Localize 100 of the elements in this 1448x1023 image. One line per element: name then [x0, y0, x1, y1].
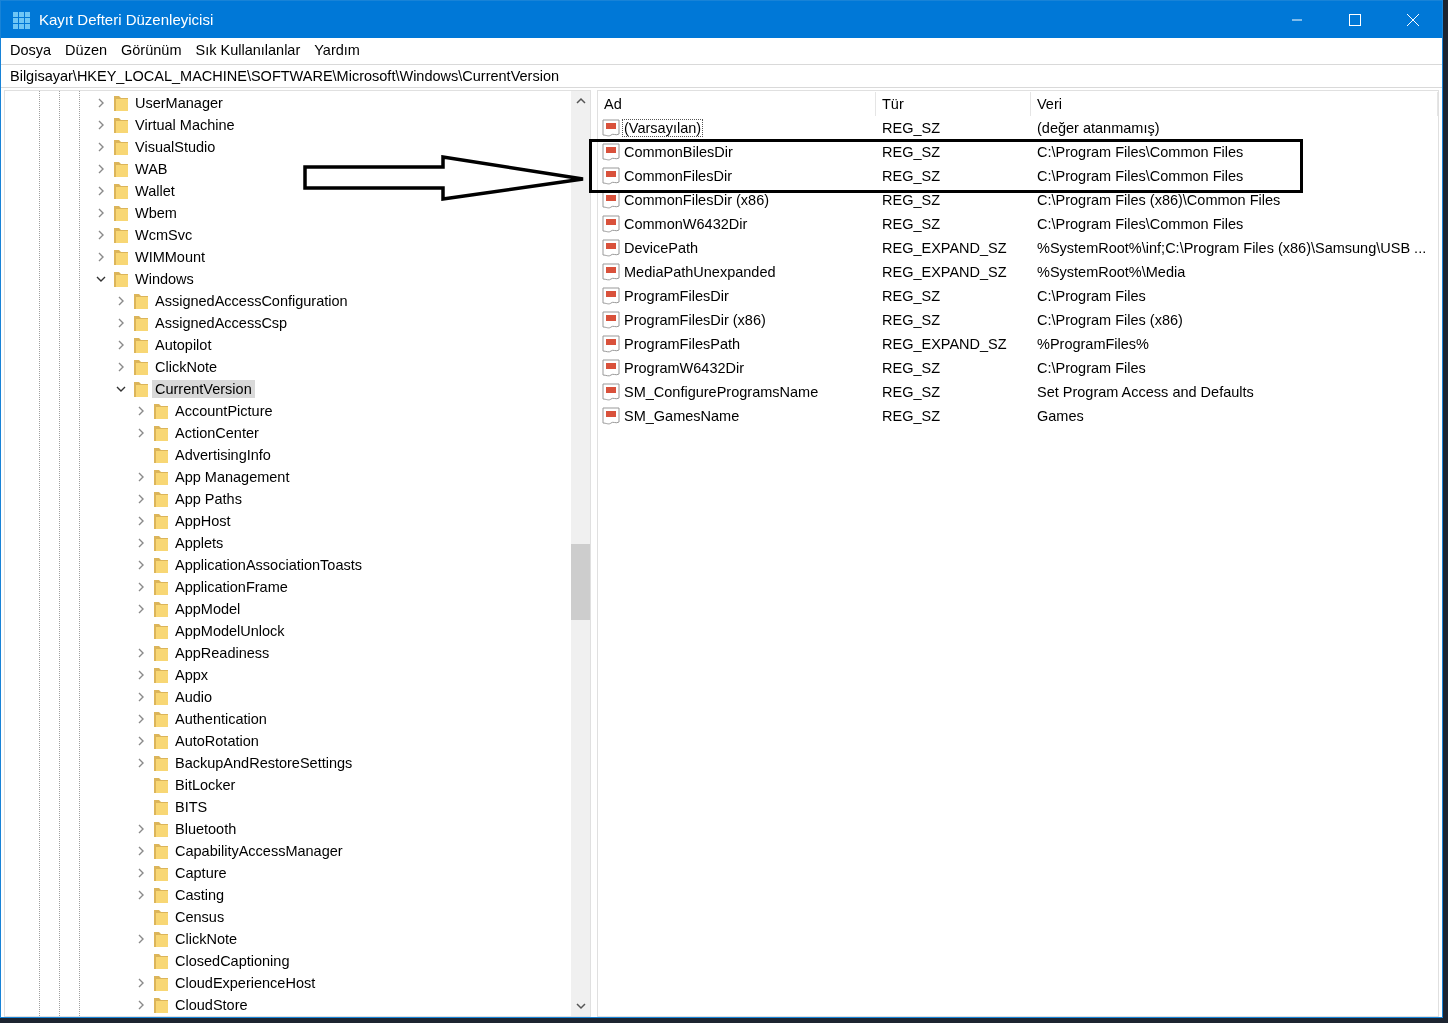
- folder-icon: [153, 974, 169, 992]
- value-name[interactable]: CommonBilesDir: [622, 143, 735, 161]
- tree-item[interactable]: WAB: [132, 160, 171, 178]
- value-name[interactable]: SM_GamesName: [622, 407, 742, 425]
- value-name[interactable]: CommonFilesDir (x86): [622, 191, 772, 209]
- tree-item[interactable]: App Management: [172, 468, 293, 486]
- folder-icon: [153, 908, 169, 926]
- tree-item[interactable]: VisualStudio: [132, 138, 219, 156]
- value-name[interactable]: CommonFilesDir: [622, 167, 734, 185]
- tree-item[interactable]: UserManager: [132, 94, 226, 112]
- tree-item[interactable]: AutoRotation: [172, 732, 262, 750]
- folder-icon: [133, 292, 149, 310]
- scrollbar-thumb[interactable]: [571, 544, 590, 620]
- value-type: REG_SZ: [881, 288, 941, 304]
- tree-item[interactable]: BackupAndRestoreSettings: [172, 754, 356, 772]
- value-type: REG_SZ: [881, 120, 941, 136]
- folder-icon: [113, 270, 129, 288]
- tree-item[interactable]: ApplicationFrame: [172, 578, 291, 596]
- value-data: %ProgramFiles%: [1036, 336, 1150, 352]
- tree-item[interactable]: Capture: [172, 864, 230, 882]
- tree-item[interactable]: BITS: [172, 798, 211, 816]
- tree-item[interactable]: Windows: [132, 270, 197, 288]
- tree-item[interactable]: AppModelUnlock: [172, 622, 288, 640]
- tree-item[interactable]: BitLocker: [172, 776, 239, 794]
- tree-item[interactable]: Bluetooth: [172, 820, 240, 838]
- value-type: REG_SZ: [881, 192, 941, 208]
- folder-icon: [153, 424, 169, 442]
- tree-item[interactable]: Wbem: [132, 204, 180, 222]
- close-icon: [1407, 13, 1419, 26]
- tree-item[interactable]: CloudStore: [172, 996, 251, 1014]
- value-name[interactable]: SM_ConfigureProgramsName: [622, 383, 821, 401]
- scrollbar[interactable]: [571, 91, 590, 1016]
- menu-item[interactable]: Düzen: [58, 42, 115, 58]
- tree-item[interactable]: AdvertisingInfo: [172, 446, 274, 464]
- folder-icon: [153, 996, 169, 1014]
- folder-icon: [113, 160, 129, 178]
- tree-item[interactable]: Virtual Machine: [132, 116, 238, 134]
- tree-item[interactable]: AssignedAccessConfiguration: [152, 292, 351, 310]
- folder-icon: [133, 380, 149, 398]
- tree-item[interactable]: AppModel: [172, 600, 244, 618]
- column-header[interactable]: Ad: [598, 91, 876, 116]
- tree-item[interactable]: Census: [172, 908, 228, 926]
- folder-icon: [113, 204, 129, 222]
- tree-item[interactable]: Autopilot: [152, 336, 215, 354]
- folder-icon: [153, 952, 169, 970]
- folder-icon: [153, 776, 169, 794]
- tree-item[interactable]: Casting: [172, 886, 228, 904]
- tree-item[interactable]: CloudExperienceHost: [172, 974, 319, 992]
- string-value-icon: [602, 239, 620, 257]
- tree-item[interactable]: WIMMount: [132, 248, 209, 266]
- menu-item[interactable]: Yardım: [307, 42, 367, 58]
- folder-icon: [153, 534, 169, 552]
- tree-item[interactable]: AssignedAccessCsp: [152, 314, 291, 332]
- folder-icon: [153, 798, 169, 816]
- value-name[interactable]: ProgramW6432Dir: [622, 359, 747, 377]
- tree-item[interactable]: CurrentVersion: [152, 380, 255, 398]
- value-data: C:\Program Files\Common Files: [1036, 216, 1245, 232]
- column-header[interactable]: Veri: [1031, 91, 1438, 116]
- tree-item[interactable]: WcmSvc: [132, 226, 196, 244]
- value-name[interactable]: ProgramFilesDir: [622, 287, 731, 305]
- tree-item[interactable]: ClickNote: [152, 358, 221, 376]
- column-header[interactable]: Tür: [876, 91, 1031, 116]
- value-type: REG_EXPAND_SZ: [881, 336, 1008, 352]
- value-data: C:\Program Files\Common Files: [1036, 144, 1245, 160]
- value-name[interactable]: CommonW6432Dir: [622, 215, 750, 233]
- menu-item[interactable]: Sık Kullanılanlar: [188, 42, 308, 58]
- value-name[interactable]: (Varsayılan): [622, 119, 704, 137]
- value-type: REG_SZ: [881, 384, 941, 400]
- tree-item[interactable]: Authentication: [172, 710, 270, 728]
- value-type: REG_SZ: [881, 168, 941, 184]
- tree-item[interactable]: ActionCenter: [172, 424, 262, 442]
- folder-icon: [153, 864, 169, 882]
- tree-item[interactable]: ClosedCaptioning: [172, 952, 293, 970]
- folder-icon: [113, 94, 129, 112]
- tree-item[interactable]: AppReadiness: [172, 644, 273, 662]
- value-name[interactable]: ProgramFilesDir (x86): [622, 311, 768, 329]
- value-name[interactable]: MediaPathUnexpanded: [622, 263, 778, 281]
- tree-item[interactable]: CapabilityAccessManager: [172, 842, 346, 860]
- tree-item[interactable]: Appx: [172, 666, 212, 684]
- tree-item[interactable]: AppHost: [172, 512, 234, 530]
- value-name[interactable]: DevicePath: [622, 239, 701, 257]
- maximize-icon: [1349, 13, 1361, 26]
- string-value-icon: [602, 143, 620, 161]
- tree-item[interactable]: Applets: [172, 534, 227, 552]
- tree-item[interactable]: App Paths: [172, 490, 245, 508]
- tree-item[interactable]: Wallet: [132, 182, 178, 200]
- folder-icon: [153, 622, 169, 640]
- address-field[interactable]: Bilgisayar\HKEY_LOCAL_MACHINE\SOFTWARE\Microsoft\Windows\CurrentVersion: [1, 64, 1442, 88]
- tree-item[interactable]: ClickNote: [172, 930, 241, 948]
- value-data: %SystemRoot%\Media: [1036, 264, 1187, 280]
- folder-icon: [113, 116, 129, 134]
- folder-icon: [153, 578, 169, 596]
- value-type: REG_SZ: [881, 360, 941, 376]
- menu-item[interactable]: Görünüm: [114, 42, 189, 58]
- tree-item[interactable]: ApplicationAssociationToasts: [172, 556, 365, 574]
- value-name[interactable]: ProgramFilesPath: [622, 335, 743, 353]
- menu-item[interactable]: Dosya: [3, 42, 59, 58]
- tree-item[interactable]: AccountPicture: [172, 402, 276, 420]
- tree-item[interactable]: Audio: [172, 688, 216, 706]
- string-value-icon: [602, 335, 620, 353]
